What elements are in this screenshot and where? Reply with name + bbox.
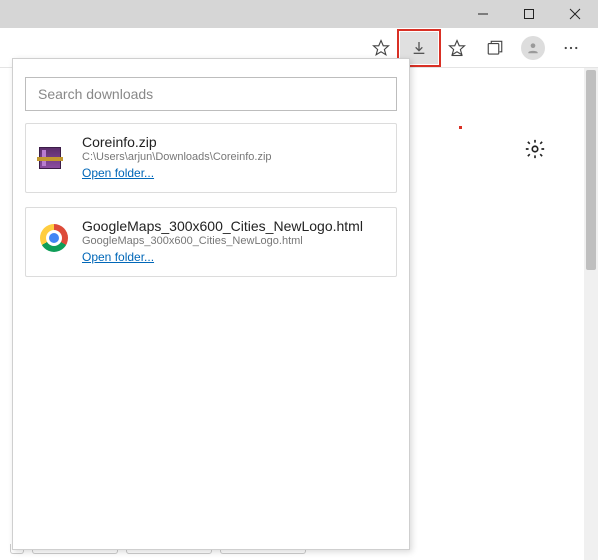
download-filepath: GoogleMaps_300x600_Cities_NewLogo.html: [82, 235, 384, 247]
open-folder-link[interactable]: Open folder...: [82, 166, 154, 180]
download-meta: Coreinfo.zipC:\Users\arjun\Downloads\Cor…: [82, 134, 384, 182]
loading-indicator-dot: [459, 126, 462, 129]
downloads-panel: Coreinfo.zipC:\Users\arjun\Downloads\Cor…: [12, 58, 410, 550]
search-downloads-field[interactable]: [25, 77, 397, 111]
search-input[interactable]: [36, 85, 386, 103]
page-content: Coreinfo.zipC:\Users\arjun\Downloads\Cor…: [0, 68, 598, 560]
more-menu-icon[interactable]: [552, 32, 590, 64]
collections-icon[interactable]: [476, 32, 514, 64]
window-minimize-button[interactable]: [460, 0, 506, 28]
open-folder-link[interactable]: Open folder...: [82, 250, 154, 264]
window-titlebar: [0, 0, 598, 28]
winrar-file-icon: [38, 138, 70, 170]
window-maximize-button[interactable]: [506, 0, 552, 28]
settings-gear-icon[interactable]: [524, 138, 546, 165]
scrollbar-thumb[interactable]: [586, 70, 596, 270]
profile-avatar[interactable]: [514, 32, 552, 64]
chrome-file-icon: [38, 222, 70, 254]
download-filename: GoogleMaps_300x600_Cities_NewLogo.html: [82, 218, 384, 234]
favorites-bar-icon[interactable]: [438, 32, 476, 64]
window-close-button[interactable]: [552, 0, 598, 28]
downloads-list: Coreinfo.zipC:\Users\arjun\Downloads\Cor…: [25, 123, 397, 291]
download-filepath: C:\Users\arjun\Downloads\Coreinfo.zip: [82, 151, 384, 163]
download-item[interactable]: GoogleMaps_300x600_Cities_NewLogo.htmlGo…: [25, 207, 397, 277]
download-meta: GoogleMaps_300x600_Cities_NewLogo.htmlGo…: [82, 218, 384, 266]
download-filename: Coreinfo.zip: [82, 134, 384, 150]
download-item[interactable]: Coreinfo.zipC:\Users\arjun\Downloads\Cor…: [25, 123, 397, 193]
vertical-scrollbar[interactable]: [584, 68, 598, 560]
